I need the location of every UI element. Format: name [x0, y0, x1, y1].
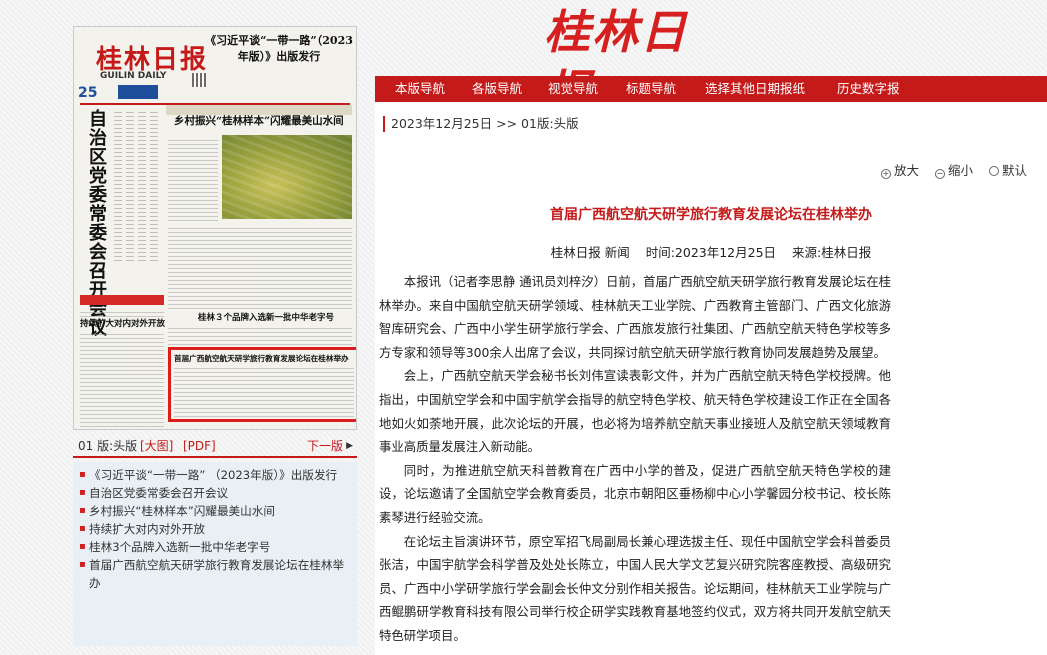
thumbnail-text-column	[114, 111, 122, 261]
article-source-name: 桂林日报 新闻	[550, 245, 630, 260]
pdf-link[interactable]: [PDF]	[183, 436, 216, 456]
thumbnail-text-block	[168, 279, 352, 309]
article-paragraph: 同时，为推进航空航天科普教育在广西中小学的普及，促进广西航空航天特色学校的建设，…	[379, 462, 891, 525]
bullet-icon: ▪	[79, 523, 86, 534]
e-newspaper-page: 桂林日报 GUILIN DAILY 《习近平谈“一带一路”（2023年版）》出版…	[0, 0, 1047, 655]
nav-item-this-edition[interactable]: 本版导航	[395, 76, 445, 102]
breadcrumb-date: 2023年12月25日	[391, 116, 493, 131]
list-item[interactable]: ▪ 乡村振兴“桂林样本”闪耀最美山水间	[79, 502, 353, 520]
list-item[interactable]: ▪ 自治区党委常委会召开会议	[79, 484, 353, 502]
breadcrumb: 2023年12月25日 >> 01版:头版	[383, 116, 579, 132]
nav-item-other-dates[interactable]: 选择其他日期报纸	[705, 76, 805, 102]
thumbnail-text-column	[138, 111, 146, 261]
article-body: 本报讯（记者李思静 通讯员刘梓汐）日前，首届广西航空航天研学旅行教育发展论坛在桂…	[379, 270, 891, 648]
thumbnail-text-column	[150, 111, 158, 261]
zoom-in-icon: +	[880, 169, 891, 179]
article-meta: 桂林日报 新闻 时间:2023年12月25日 来源:桂林日报	[375, 242, 1047, 261]
thumbnail-feature-title[interactable]: 乡村振兴“桂林样本”闪耀最美山水间	[174, 113, 344, 128]
list-item[interactable]: ▪ 首届广西航空航天研学旅行教育发展论坛在桂林举办	[79, 556, 353, 592]
article-headline: 首届广西航空航天研学旅行教育发展论坛在桂林举办	[550, 207, 872, 223]
current-article-highlight	[168, 347, 356, 422]
thumbnail-text-column	[126, 111, 134, 261]
nav-item-all-editions[interactable]: 各版导航	[472, 76, 522, 102]
thumbnail-top-title[interactable]: 《习近平谈“一带一路”（2023年版）》出版发行	[204, 33, 354, 65]
nav-item-visual[interactable]: 视觉导航	[548, 76, 598, 102]
edition-label: 01 版:头版	[78, 439, 138, 453]
thumbnail-text-block	[168, 325, 352, 345]
bullet-icon: ▪	[79, 505, 86, 516]
main-nav: 本版导航 各版导航 视觉导航 标题导航 选择其他日期报纸 历史数字报	[375, 76, 1047, 102]
thumbnail-text-block	[168, 225, 352, 277]
chevron-right-icon[interactable]: ▶	[346, 436, 353, 456]
zoom-out-icon: −	[934, 169, 945, 179]
zoom-out-button[interactable]: − 缩小	[934, 160, 973, 179]
bullet-icon: ▪	[79, 541, 86, 552]
article-paragraph: 在论坛主旨演讲环节，原空军招飞局副局长兼心理选拔主任、现任中国航空学会科普委员张…	[379, 533, 891, 643]
thumbnail-item-title[interactable]: 持续扩大对内对外开放	[80, 317, 165, 329]
site-logo[interactable]: 桂林日报	[544, 2, 714, 119]
nav-item-titles[interactable]: 标题导航	[626, 76, 676, 102]
zoom-default-icon	[988, 166, 999, 176]
list-item[interactable]: ▪ 桂林3个品牌入选新一批中华老字号	[79, 538, 353, 556]
nav-item-history[interactable]: 历史数字报	[837, 76, 900, 102]
bullet-icon: ▪	[79, 469, 86, 480]
zoom-in-button[interactable]: + 放大	[880, 160, 919, 179]
front-page-thumbnail[interactable]: 桂林日报 GUILIN DAILY 《习近平谈“一带一路”（2023年版）》出版…	[73, 26, 357, 430]
article-paragraph: 会上，广西航空航天学会秘书长刘伟宣读表彰文件，并为广西航空航天特色学校授牌。他指…	[379, 368, 891, 455]
thumbnail-text-block	[80, 331, 164, 427]
large-image-link[interactable]: [大图]	[140, 436, 173, 456]
breadcrumb-edition[interactable]: 01版:头版	[521, 116, 579, 131]
list-item[interactable]: ▪ 持续扩大对内对外开放	[79, 520, 353, 538]
zoom-controls: + 放大 − 缩小 默认	[869, 160, 1027, 179]
bullet-icon: ▪	[79, 559, 86, 570]
edition-bar: 01 版:头版 [大图] [PDF] 下一版 ▶	[73, 436, 357, 458]
article-list: ▪ 《习近平谈“一带一路” （2023年版）》出版发行 ▪ 自治区党委常委会召开会议…	[73, 462, 357, 646]
article-source: 来源:桂林日报	[792, 245, 872, 260]
article-panel: 2023年12月25日 >> 01版:头版 + 放大 − 缩小 默认 首届广西航空航…	[375, 102, 1047, 655]
thumbnail-banner	[80, 295, 164, 305]
thumbnail-logo-en: GUILIN DAILY	[100, 71, 167, 81]
zoom-default-button[interactable]: 默认	[988, 160, 1027, 179]
thumbnail-date: 25	[78, 85, 98, 101]
article-time: 时间:2023年12月25日	[645, 245, 777, 260]
qr-code-icon	[192, 73, 206, 87]
thumbnail-date-badge	[118, 85, 158, 99]
thumbnail-feature-photo	[222, 135, 352, 219]
thumbnail-item-title[interactable]: 桂林３个品牌入选新一批中华老字号	[198, 311, 334, 323]
bullet-icon: ▪	[79, 487, 86, 498]
list-item[interactable]: ▪ 《习近平谈“一带一路” （2023年版）》出版发行	[79, 466, 353, 484]
article-paragraph: 本报讯（记者李思静 通讯员刘梓汐）日前，首届广西航空航天研学旅行教育发展论坛在桂…	[379, 274, 891, 360]
thumbnail-text-block	[168, 137, 218, 221]
next-edition-link[interactable]: 下一版	[307, 436, 343, 456]
breadcrumb-separator: >>	[496, 116, 518, 131]
